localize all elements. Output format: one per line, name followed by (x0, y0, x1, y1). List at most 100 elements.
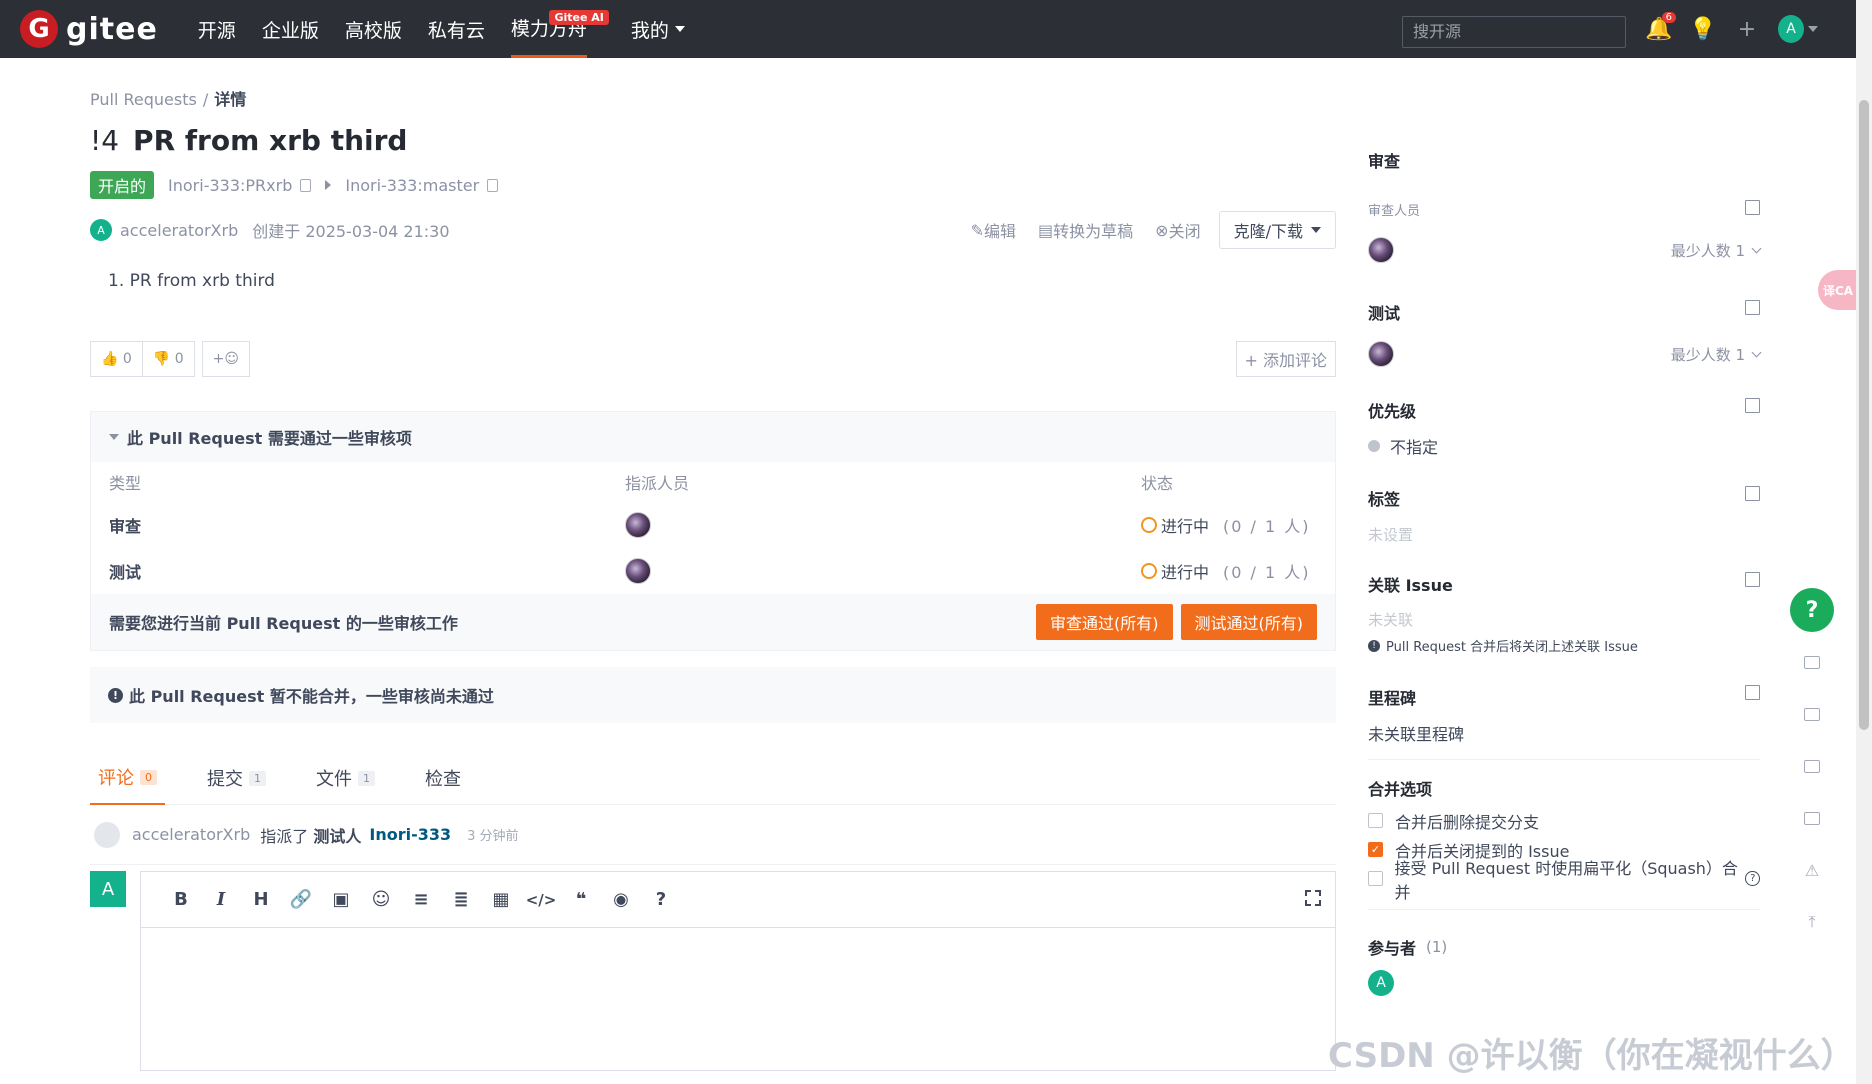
warning-icon[interactable]: ⚠ (1790, 848, 1834, 892)
checkbox[interactable] (1368, 813, 1383, 828)
approve-review-button[interactable]: 审查通过(所有) (1036, 604, 1173, 640)
logo-text: gitee (66, 11, 158, 47)
table-icon[interactable]: ▦ (481, 889, 521, 910)
target-branch[interactable]: Inori-333:master (345, 176, 479, 195)
edit-note-icon[interactable] (1790, 692, 1834, 736)
avatar[interactable] (625, 558, 651, 584)
status-badge: 开启的 (90, 171, 155, 199)
avatar[interactable]: A (1368, 970, 1394, 996)
comment-editor[interactable]: B I H 🔗 ▣ ☺ ≡ ≣ ▦ </> ❝ ◉ ? (140, 871, 1336, 1071)
row-type: 测试 (109, 563, 142, 582)
created-time: 创建于 2025-03-04 21:30 (252, 222, 450, 241)
close-pr-button[interactable]: ⊗ 关闭 (1155, 218, 1200, 242)
tab-files[interactable]: 文件 1 (308, 751, 383, 805)
activity-user[interactable]: acceleratorXrb (132, 825, 250, 844)
author-name[interactable]: acceleratorXrb (120, 221, 238, 240)
sidebar-priority: 优先级 (1368, 398, 1760, 428)
edit-icon[interactable] (1745, 486, 1760, 501)
tab-label: 评论 (98, 768, 134, 789)
gitee-logo[interactable]: G gitee (20, 10, 158, 48)
col-type: 类型 (109, 474, 142, 493)
activity-target[interactable]: Inori-333 (369, 825, 451, 844)
convert-draft-button[interactable]: ▤ 转换为草稿 (1038, 218, 1133, 242)
edit-label: 编辑 (984, 222, 1017, 241)
help-icon[interactable]: ? (641, 889, 681, 910)
thumbs-up-button[interactable]: 👍 0 (90, 341, 143, 377)
table-row: 审查 进行中 (0 / 1 人) (109, 502, 1317, 548)
back-to-top-icon[interactable]: ⤒ (1790, 900, 1834, 944)
translate-tab[interactable]: 译CA (1818, 270, 1858, 310)
breadcrumb-root[interactable]: Pull Requests (90, 90, 197, 109)
add-emoji-button[interactable]: +☺ (201, 341, 250, 377)
nav-enterprise[interactable]: 企业版 (262, 0, 319, 58)
nav-open-source[interactable]: 开源 (198, 0, 236, 58)
nav-mine[interactable]: 我的 (631, 0, 685, 58)
tab-comments[interactable]: 评论 0 (90, 751, 165, 805)
avatar: A (1778, 15, 1804, 43)
bell-icon[interactable]: 🔔 6 (1645, 12, 1676, 42)
emoji-icon[interactable]: ☺ (361, 889, 401, 910)
tab-checks[interactable]: 检查 (417, 751, 469, 805)
quote-icon[interactable]: ❝ (561, 889, 601, 910)
feedback-icon[interactable] (1790, 640, 1834, 684)
bullet-list-icon[interactable]: ≡ (401, 889, 441, 910)
checkbox-checked[interactable]: ✓ (1368, 842, 1383, 857)
copy-icon[interactable] (300, 178, 312, 192)
activity-time: 3 分钟前 (467, 829, 519, 844)
avatar[interactable] (625, 512, 651, 538)
edit-icon[interactable] (1745, 200, 1760, 215)
source-branch[interactable]: Inori-333:PRxrb (168, 176, 292, 195)
author-avatar[interactable]: A (90, 219, 112, 241)
add-comment-button[interactable]: + 添加评论 (1235, 341, 1336, 377)
pr-title-text: PR from xrb third (133, 124, 408, 157)
scroll-thumb[interactable] (1859, 100, 1869, 730)
participants-title: 参与者 (1368, 939, 1417, 958)
merge-option-squash[interactable]: 接受 Pull Request 时使用扁平化（Squash）合并? (1368, 859, 1760, 902)
thumbs-down-count: 0 (174, 351, 184, 367)
merge-option-delete-branch[interactable]: 合并后删除提交分支 (1368, 806, 1760, 835)
mail-icon[interactable] (1790, 744, 1834, 788)
fullscreen-icon[interactable] (1305, 890, 1321, 906)
min-testers[interactable]: 最少人数 1 (1671, 344, 1762, 365)
italic-icon[interactable]: I (201, 889, 241, 910)
image-icon[interactable]: ▣ (321, 889, 361, 910)
edit-icon[interactable] (1745, 572, 1760, 587)
chat-icon[interactable] (1790, 796, 1834, 840)
tab-commits[interactable]: 提交 1 (199, 751, 274, 805)
progress-icon (1141, 517, 1157, 533)
help-button[interactable]: ? (1790, 588, 1834, 632)
search-input[interactable]: 搜开源 (1402, 16, 1626, 48)
table-header: 类型 指派人员 状态 (109, 462, 1317, 502)
checkbox[interactable] (1368, 871, 1383, 886)
nav-private-cloud[interactable]: 私有云 (428, 0, 485, 58)
chevron-down-icon (1751, 347, 1762, 357)
link-icon[interactable]: 🔗 (281, 889, 321, 910)
edit-icon[interactable] (1745, 398, 1760, 413)
nav-ai[interactable]: 模力方舟 Gitee AI (510, 0, 609, 58)
sidebar-participants: 参与者 (1) (1368, 932, 1760, 962)
scrollbar[interactable] (1856, 0, 1872, 1084)
code-icon[interactable]: </> (521, 891, 561, 909)
nav-education[interactable]: 高校版 (345, 0, 402, 58)
avatar[interactable] (94, 821, 120, 848)
approve-test-button[interactable]: 测试通过(所有) (1180, 604, 1317, 640)
table-row: 测试 进行中 (0 / 1 人) (109, 548, 1317, 594)
question-icon[interactable]: ? (1745, 871, 1760, 886)
avatar[interactable] (1368, 341, 1394, 367)
edit-icon[interactable] (1745, 300, 1760, 315)
plus-icon[interactable]: + (1734, 16, 1760, 42)
thumbs-down-button[interactable]: 👎 0 (141, 341, 195, 377)
user-menu[interactable]: A (1778, 15, 1818, 43)
numbered-list-icon[interactable]: ≣ (441, 889, 481, 910)
avatar[interactable] (1368, 237, 1394, 263)
copy-icon[interactable] (487, 178, 499, 192)
bulb-icon[interactable]: 💡 (1689, 16, 1716, 42)
bold-icon[interactable]: B (161, 889, 201, 910)
edit-icon[interactable] (1745, 685, 1760, 700)
edit-button[interactable]: ✎ 编辑 (971, 218, 1016, 242)
clone-download-button[interactable]: 克隆/下载 (1218, 211, 1336, 249)
preview-icon[interactable]: ◉ (601, 889, 641, 910)
min-reviewers[interactable]: 最少人数 1 (1671, 240, 1762, 261)
review-panel-header[interactable]: 此 Pull Request 需要通过一些审核项 (91, 412, 1335, 462)
heading-icon[interactable]: H (241, 889, 281, 910)
